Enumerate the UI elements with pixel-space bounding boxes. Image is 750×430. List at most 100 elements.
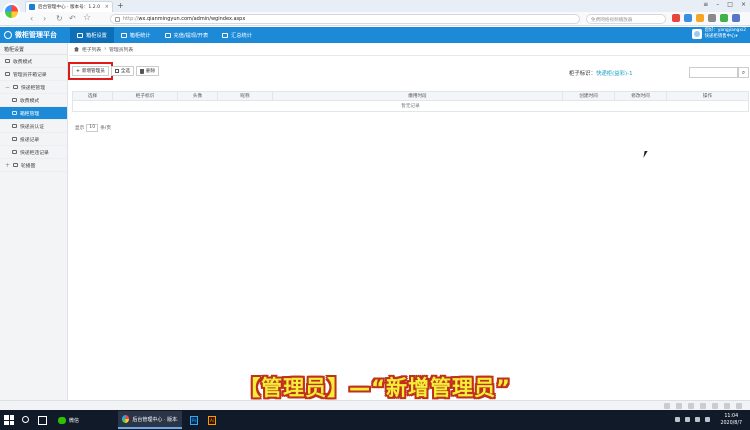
col-actions: 操作: [666, 91, 749, 101]
search-button[interactable]: ⌕: [738, 67, 749, 78]
clock-time: 11:04: [724, 414, 739, 419]
sidebar-title: 箱柜设置: [0, 43, 67, 55]
menu-recharge[interactable]: 充值/提现/开表: [158, 27, 216, 43]
taskbar-app-browser[interactable]: 后台管理中心 · 版本...: [118, 411, 182, 429]
sidebar-item-courier-verify[interactable]: 快递员认证: [0, 120, 67, 133]
list-icon: [12, 124, 17, 128]
tray-icon[interactable]: [685, 417, 690, 422]
menu-summary-stats[interactable]: 汇总统计: [215, 27, 259, 43]
favorite-icon[interactable]: ☆: [83, 13, 91, 23]
select-all-button[interactable]: 全选: [110, 66, 135, 76]
button-label: 全选: [120, 69, 131, 74]
sidebar-item-locker-management[interactable]: − 快递柜管理: [0, 81, 67, 94]
windows-start-icon[interactable]: [4, 415, 14, 425]
minimize-icon[interactable]: –: [716, 1, 719, 8]
mouse-cursor-icon: [643, 151, 651, 158]
table-row: 暂无记录: [72, 100, 749, 112]
col-nickname[interactable]: 昵称: [217, 91, 273, 101]
trash-icon: [140, 68, 145, 74]
sidebar-item-cabinet-management[interactable]: 箱柜管理: [0, 107, 67, 120]
table-header-row: 选择 柜子标识 头像 昵称 缴用时段 创建时间 修改时间 操作: [72, 91, 749, 101]
clock[interactable]: 11:04 2020/8/7: [720, 413, 742, 427]
home-icon[interactable]: [74, 46, 79, 52]
taskbar-app-illustrator[interactable]: Ai: [204, 411, 220, 429]
new-tab-button[interactable]: +: [117, 1, 124, 10]
extension-blue-icon[interactable]: [684, 14, 692, 22]
status-icon[interactable]: [724, 403, 730, 409]
user-menu[interactable]: 您好：yangjiangxi2 快递柜销售中心▾: [691, 28, 746, 40]
browser-icon: [122, 415, 130, 423]
sidebar-item-delivery-log[interactable]: 投递记录: [0, 133, 67, 146]
sidebar-item-label: 轮播图: [21, 163, 36, 169]
list-icon: [12, 150, 17, 154]
taskbar-app-wechat[interactable]: 微信: [54, 411, 114, 429]
extension-menu-icon[interactable]: [732, 14, 740, 22]
tray-icon[interactable]: [695, 417, 700, 422]
status-icon[interactable]: [688, 403, 694, 409]
extension-orange-icon[interactable]: [696, 14, 704, 22]
col-period[interactable]: 缴用时段: [272, 91, 563, 101]
menu-cabinet-stats[interactable]: 箱柜统计: [114, 27, 158, 43]
back-icon[interactable]: ‹: [30, 14, 33, 23]
browser-tab[interactable]: 后台管理中心 · 版本号：1.2.0 ×: [25, 1, 113, 12]
forward-icon[interactable]: ›: [43, 14, 46, 23]
breadcrumb-cabinet-list[interactable]: 柜子列表: [82, 46, 101, 53]
close-tab-icon[interactable]: ×: [105, 4, 109, 10]
extension-grey-icon[interactable]: [708, 14, 716, 22]
search-input[interactable]: [689, 67, 738, 78]
illustrator-icon: Ai: [208, 415, 216, 425]
extension-green-icon[interactable]: [720, 14, 728, 22]
search-icon: ⌕: [741, 69, 746, 76]
browser-search-input[interactable]: 免费网络视频播放器: [586, 14, 666, 24]
status-icon[interactable]: [712, 403, 718, 409]
cabinet-id: 柜子标识：快递柜(益彩)-1: [569, 69, 633, 77]
volume-icon[interactable]: [705, 417, 710, 422]
tray-icon[interactable]: [675, 417, 680, 422]
status-icon[interactable]: [676, 403, 682, 409]
col-created[interactable]: 创建时间: [562, 91, 615, 101]
sidebar-item-violation-log[interactable]: 快递柜违记录: [0, 146, 67, 159]
folder-icon: [13, 85, 18, 89]
maximize-icon[interactable]: □: [727, 1, 733, 8]
wechat-icon: [58, 416, 66, 424]
cabinet-id-value[interactable]: 快递柜(益彩)-1: [596, 71, 633, 77]
sidebar-item-admin-open-log[interactable]: 管理员开箱记录: [0, 68, 67, 81]
menu-label: 箱柜统计: [129, 32, 151, 39]
status-icon[interactable]: [664, 403, 670, 409]
sidebar-item-label: 收费模式: [20, 98, 40, 104]
col-avatar[interactable]: 头像: [177, 91, 218, 101]
menu-icon[interactable]: ≡: [703, 1, 708, 8]
monitor-icon: [164, 32, 171, 38]
extension-red-icon[interactable]: [672, 14, 680, 22]
sidebar-item-fee-mode-sub[interactable]: 收费模式: [0, 94, 67, 107]
menu-label: 充值/提现/开表: [173, 32, 209, 39]
clock-date: 2020/8/7: [720, 421, 742, 426]
taskbar-app-photoshop[interactable]: Ps: [186, 411, 202, 429]
sidebar-item-carousel[interactable]: + 轮播图: [0, 159, 67, 172]
undo-close-icon[interactable]: ↶: [69, 14, 76, 23]
sidebar-item-fee-mode[interactable]: 收费模式: [0, 55, 67, 68]
video-caption: 【管理员】—“新增管理员”: [239, 376, 511, 400]
sidebar-item-label: 快递柜违记录: [20, 150, 49, 156]
close-window-icon[interactable]: ×: [741, 1, 746, 8]
add-admin-button[interactable]: + 新增管理员: [68, 62, 113, 80]
delete-button[interactable]: 删除: [136, 66, 160, 76]
browser-logo-icon[interactable]: [3, 3, 20, 20]
col-select[interactable]: 选择: [72, 91, 113, 101]
page-size-select[interactable]: 10: [86, 124, 99, 132]
monitor-icon: [120, 32, 127, 38]
reload-icon[interactable]: ↻: [56, 14, 63, 23]
search-icon[interactable]: [22, 416, 29, 423]
user-info: 您好：yangjiangxi2 快递柜销售中心▾: [704, 28, 746, 39]
pager: 显示 10 条/页: [75, 124, 111, 132]
task-view-icon[interactable]: [38, 416, 47, 425]
col-modified[interactable]: 修改时间: [614, 91, 667, 101]
status-icon[interactable]: [736, 403, 742, 409]
window-controls: ≡ – □ ×: [703, 1, 746, 8]
address-bar[interactable]: http://wx.qianmingyun.com/admin/wgindex.…: [110, 14, 580, 24]
breadcrumb-separator: ›: [104, 46, 107, 52]
menu-cabinet-settings[interactable]: 箱柜设置: [70, 27, 114, 43]
list-icon: [5, 72, 10, 76]
col-cabinet-id[interactable]: 柜子标识: [112, 91, 178, 101]
status-icon[interactable]: [700, 403, 706, 409]
